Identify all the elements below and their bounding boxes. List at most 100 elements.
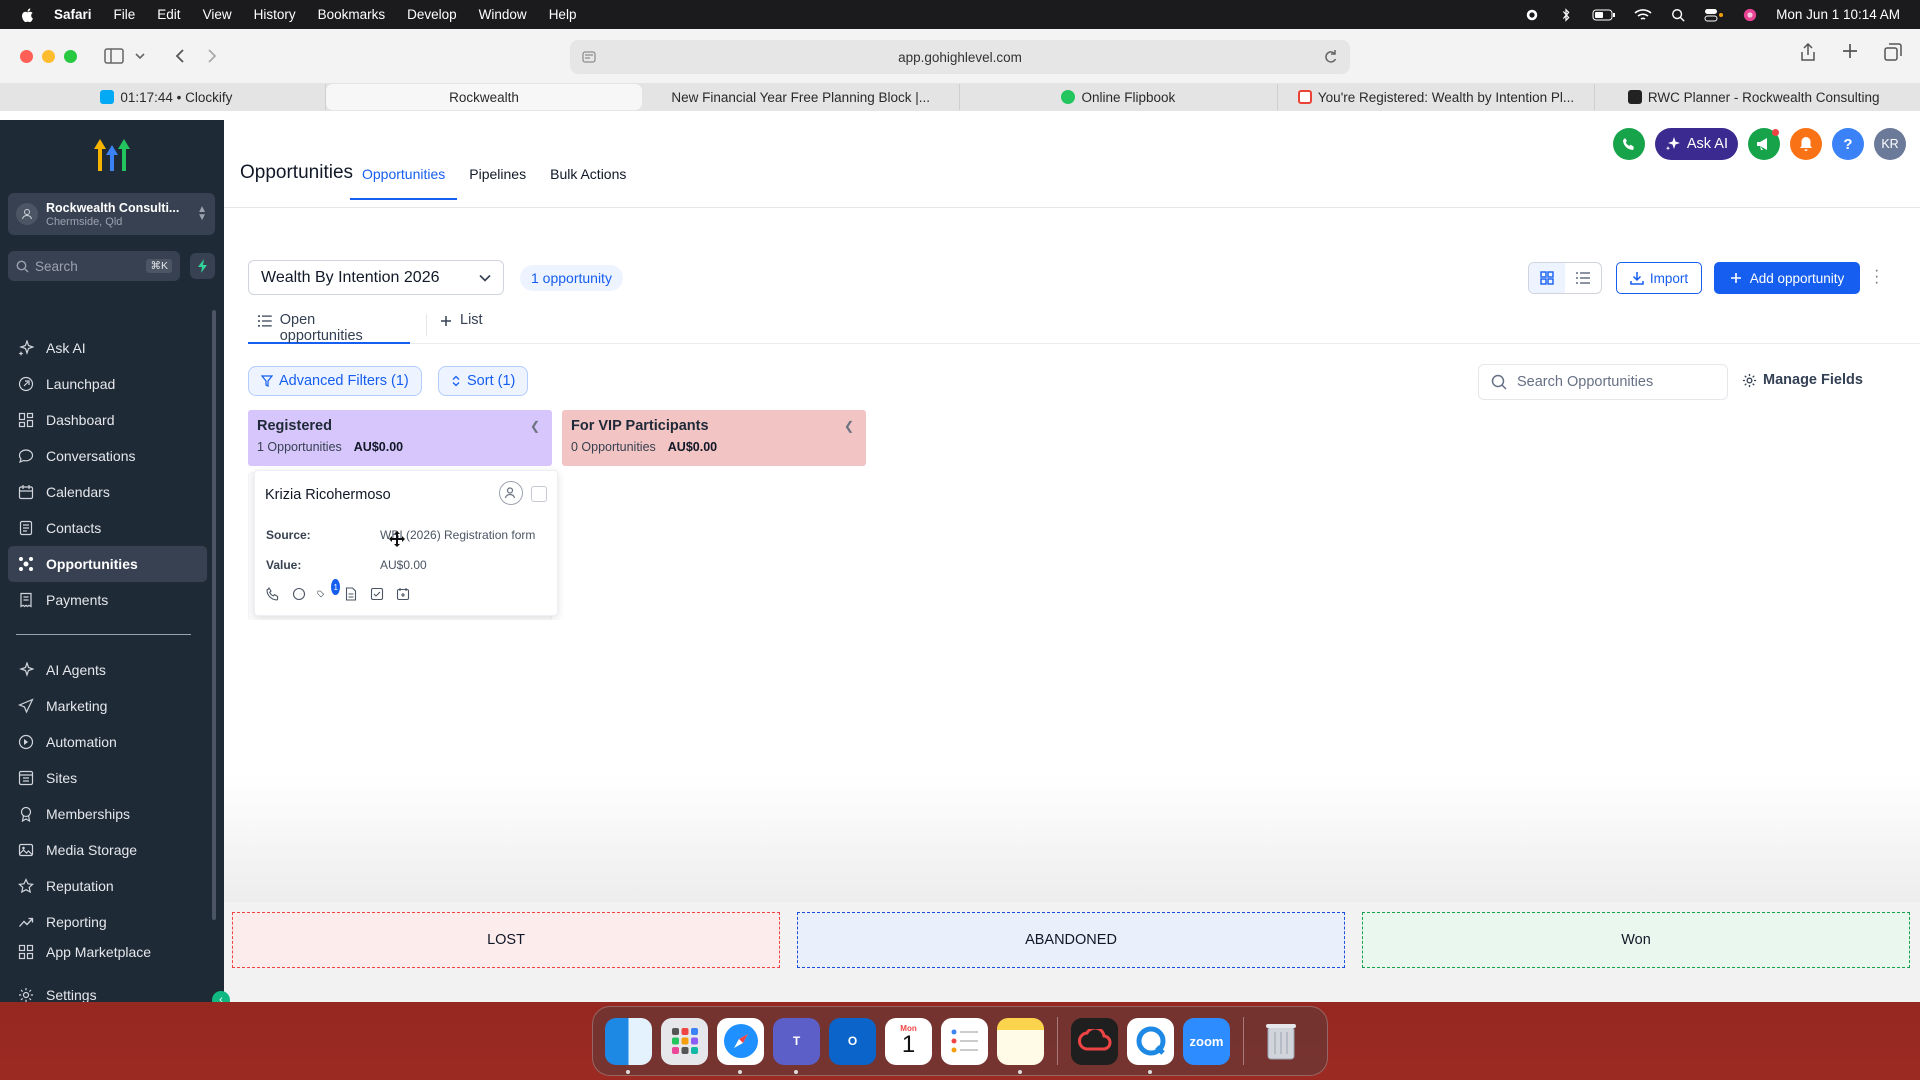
task-icon[interactable] [369,586,385,602]
sidebar-item-reporting[interactable]: Reporting [8,904,207,940]
message-icon[interactable] [291,586,307,602]
finder-icon[interactable] [605,1017,652,1074]
spotlight-search-icon[interactable] [1670,8,1686,22]
pipeline-select[interactable]: Wealth By Intention 2026 [248,260,504,295]
teams-icon[interactable]: T [773,1017,820,1074]
menu-file[interactable]: File [114,7,136,22]
sidebar-item-ask-ai[interactable]: Ask AI [8,330,207,366]
menu-bookmarks[interactable]: Bookmarks [318,7,386,22]
collapse-stage-icon[interactable]: ❮ [530,419,540,433]
sidebar-toggle-icon[interactable] [101,43,127,69]
browser-tab-planning-block[interactable]: New Financial Year Free Planning Block |… [642,84,961,110]
browser-tab-gmail[interactable]: You're Registered: Wealth by Intention P… [1278,84,1596,110]
reminders-icon[interactable] [941,1017,988,1065]
quick-actions-button[interactable] [190,253,215,279]
opportunity-card[interactable]: Krizia Ricohermoso Source: WBI (2026) Re… [254,470,558,616]
sidebar-item-opportunities[interactable]: Opportunities [8,546,207,582]
sidebar-item-calendars[interactable]: Calendars [8,474,207,510]
help-button[interactable]: ? [1832,128,1864,160]
sidebar-item-reputation[interactable]: Reputation [8,868,207,904]
advanced-filters-button[interactable]: Advanced Filters (1) [248,366,422,396]
site-settings-icon[interactable] [582,50,596,64]
quickshare-icon[interactable] [1127,1017,1174,1074]
bluetooth-icon[interactable] [1558,7,1574,22]
user-avatar[interactable]: KR [1874,128,1906,160]
highlevel-logo-icon[interactable] [90,135,134,175]
close-window-button[interactable] [20,49,33,63]
sidebar-item-dashboard[interactable]: Dashboard [8,402,207,438]
dropzone-won[interactable]: Won [1362,912,1910,968]
sidebar-scrollbar[interactable] [212,310,216,920]
more-options-icon[interactable]: · · · [1874,263,1879,291]
notifications-button[interactable] [1790,128,1822,160]
tag-icon[interactable]: 1 [317,579,340,602]
dropzone-lost[interactable]: LOST [232,912,780,968]
tab-pipelines[interactable]: Pipelines [457,166,538,200]
tab-opportunities[interactable]: Opportunities [350,166,458,200]
menu-view[interactable]: View [203,7,232,22]
manage-fields-button[interactable]: Manage Fields [1742,372,1863,388]
menu-develop[interactable]: Develop [407,7,457,22]
browser-tab-rwc-planner[interactable]: RWC Planner - Rockwealth Consulting [1595,84,1912,110]
forward-icon[interactable] [199,43,225,69]
search-opportunities-input[interactable]: Search Opportunities [1478,364,1728,400]
tab-bulk-actions[interactable]: Bulk Actions [538,166,638,200]
subtab-open-opportunities[interactable]: Open opportunities [248,312,410,344]
new-tab-icon[interactable] [1842,43,1858,59]
assign-user-button[interactable] [499,481,523,505]
tab-overview-icon[interactable] [1884,43,1902,61]
creative-cloud-icon[interactable] [1071,1017,1118,1065]
sort-button[interactable]: Sort (1) [438,366,529,396]
sidebar-item-payments[interactable]: Payments [8,582,207,618]
outlook-icon[interactable]: O [829,1017,876,1065]
menu-edit[interactable]: Edit [157,7,180,22]
safari-icon[interactable] [717,1017,764,1074]
wifi-icon[interactable] [1634,8,1652,22]
trash-icon[interactable] [1257,1018,1304,1065]
record-icon[interactable] [1524,8,1540,22]
sidebar-item-memberships[interactable]: Memberships [8,796,207,832]
select-card-checkbox[interactable] [531,486,547,502]
battery-icon[interactable] [1592,8,1616,22]
calendar-app-icon[interactable]: Mon 1 [885,1017,932,1065]
sidebar-item-app-marketplace[interactable]: App Marketplace [8,940,207,962]
notes-app-icon[interactable] [997,1017,1044,1074]
share-icon[interactable] [1800,43,1816,61]
zoom-icon[interactable]: zoom [1183,1017,1230,1065]
chevron-down-icon[interactable] [127,43,153,69]
minimize-window-button[interactable] [42,49,55,63]
sidebar-item-contacts[interactable]: Contacts [8,510,207,546]
sidebar-item-automation[interactable]: Automation [8,724,207,760]
menu-history[interactable]: History [254,7,296,22]
pipeline-stage-registered[interactable]: Registered 1 Opportunities AU$0.00 ❮ [248,410,552,466]
collapse-stage-icon[interactable]: ❮ [844,419,854,433]
sidebar-search[interactable]: Search ⌘K [8,251,180,281]
sidebar-item-conversations[interactable]: Conversations [8,438,207,474]
opportunity-name[interactable]: Krizia Ricohermoso [265,487,391,503]
dropzone-abandoned[interactable]: ABANDONED [797,912,1345,968]
launchpad-icon[interactable] [661,1017,708,1065]
import-button[interactable]: Import [1616,262,1702,294]
collapse-sidebar-button[interactable]: ‹ [212,991,230,1002]
appointment-icon[interactable] [395,586,411,602]
sidebar-item-ai-agents[interactable]: AI Agents [8,652,207,688]
sidebar-item-launchpad[interactable]: Launchpad [8,366,207,402]
menu-app-name[interactable]: Safari [54,7,92,22]
back-icon[interactable] [167,43,193,69]
add-opportunity-button[interactable]: Add opportunity [1714,262,1860,294]
phone-button[interactable] [1612,128,1645,160]
call-icon[interactable] [265,586,281,602]
reload-icon[interactable] [1324,49,1338,65]
siri-icon[interactable] [1742,8,1758,22]
sidebar-item-settings[interactable]: Settings [8,977,207,1002]
browser-tab-clockify[interactable]: 01:17:44 • Clockify [8,84,326,110]
sidebar-item-marketing[interactable]: Marketing [8,688,207,724]
address-bar[interactable]: app.gohighlevel.com [570,40,1350,74]
browser-tab-flipbook[interactable]: Online Flipbook [960,84,1278,110]
sidebar-item-media-storage[interactable]: Media Storage [8,832,207,868]
notes-icon[interactable] [343,586,359,602]
menu-window[interactable]: Window [479,7,527,22]
ask-ai-button[interactable]: Ask AI [1654,128,1738,160]
menubar-clock[interactable]: Mon Jun 1 10:14 AM [1776,7,1900,22]
pipeline-stage-vip[interactable]: For VIP Participants 0 Opportunities AU$0… [562,410,866,466]
